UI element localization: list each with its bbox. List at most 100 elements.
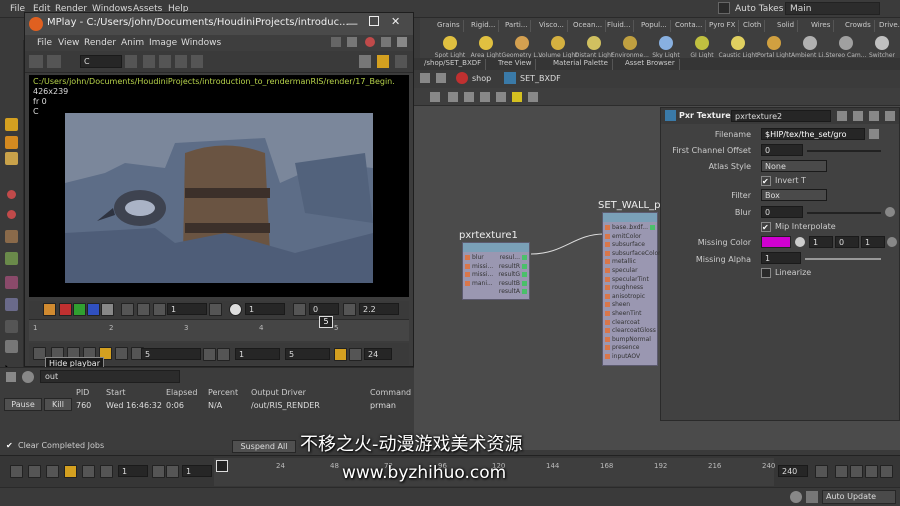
fit-icon[interactable]: [175, 55, 187, 68]
compare-icon[interactable]: [191, 55, 203, 68]
single-view-icon[interactable]: [395, 55, 407, 68]
exposure-plus-button[interactable]: [209, 303, 222, 316]
shelf-tab[interactable]: Popul...: [638, 20, 671, 32]
current-frame-marker[interactable]: 5: [319, 316, 333, 328]
linearize-checkbox[interactable]: [761, 268, 771, 278]
shelf-tab[interactable]: Grains: [434, 20, 464, 32]
input-port[interactable]: [605, 311, 610, 316]
input-port[interactable]: [605, 233, 610, 239]
blur-field[interactable]: 0: [761, 206, 803, 218]
filter-select[interactable]: Box: [761, 189, 827, 201]
mplay-menu-anim[interactable]: Anim: [121, 38, 144, 48]
settings-icon[interactable]: [347, 37, 357, 47]
alpha-channel-button[interactable]: [101, 303, 114, 316]
background-icon[interactable]: [43, 303, 56, 316]
shelf-tab[interactable]: Ocean...: [570, 20, 607, 32]
gamma-field[interactable]: 2.2: [359, 303, 399, 315]
next-key-button[interactable]: [100, 465, 113, 478]
output-port[interactable]: [650, 225, 655, 230]
offset-field[interactable]: 0: [309, 303, 339, 315]
end-frame-field[interactable]: 240: [778, 465, 808, 477]
input-port[interactable]: [605, 345, 610, 351]
help-icon[interactable]: [853, 111, 863, 121]
prev-key-button[interactable]: [28, 465, 41, 478]
node-name-field[interactable]: pxrtexture2: [731, 110, 831, 122]
shelf-tab[interactable]: Conta...: [672, 20, 707, 32]
view-tool-icon[interactable]: [5, 320, 18, 333]
pin-icon[interactable]: [381, 37, 391, 47]
auto-update-select[interactable]: Auto Update: [822, 490, 896, 504]
frame-minus-button[interactable]: [152, 465, 165, 478]
tab-shop-set-bxdf[interactable]: /shop/SET_BXDF: [420, 59, 487, 70]
out-path[interactable]: out: [40, 370, 180, 383]
capture-tool-icon[interactable]: [5, 298, 18, 311]
tile-view-icon[interactable]: [377, 55, 389, 68]
range-end-field[interactable]: 5: [285, 348, 330, 360]
missing-color-g[interactable]: 0: [835, 236, 859, 248]
output-port[interactable]: [522, 263, 527, 269]
shelf-tab[interactable]: Parti...: [502, 20, 532, 32]
update-icon[interactable]: [790, 491, 802, 503]
panel-close-icon[interactable]: [397, 37, 407, 47]
shelf-tab[interactable]: Solid: [774, 20, 799, 32]
exposure-field[interactable]: 1: [167, 303, 207, 315]
shelf-tab[interactable]: Drive...: [876, 20, 900, 32]
missing-alpha-slider[interactable]: [805, 258, 881, 260]
frame-plus-button[interactable]: [166, 465, 179, 478]
input-port[interactable]: [605, 319, 610, 325]
stop-render-icon[interactable]: [365, 37, 375, 47]
audio-icon[interactable]: [850, 465, 863, 478]
shelf-tool[interactable]: Switcher: [860, 36, 900, 59]
play-button[interactable]: [82, 465, 95, 478]
start-frame-field[interactable]: 1: [182, 465, 212, 477]
select-tool-icon[interactable]: [5, 118, 18, 131]
menu-file[interactable]: File: [10, 4, 25, 14]
input-port[interactable]: [605, 293, 610, 299]
kill-button[interactable]: Kill: [44, 398, 72, 411]
path-root[interactable]: shop: [472, 74, 491, 83]
input-port[interactable]: [605, 242, 610, 248]
fps-field[interactable]: 24: [364, 348, 392, 360]
color-picker-icon[interactable]: [795, 237, 805, 247]
pin-icon[interactable]: [885, 111, 895, 121]
red-channel-button[interactable]: [59, 303, 72, 316]
channel-dropdown-icon[interactable]: [125, 55, 137, 68]
record-icon-2[interactable]: [7, 210, 16, 219]
menu-icon[interactable]: [47, 55, 61, 68]
net-tool-icon[interactable]: [448, 92, 458, 102]
mplay-menu-render[interactable]: Render: [84, 38, 116, 48]
shelf-tab[interactable]: Crowds: [842, 20, 875, 32]
shelf-tab[interactable]: Wires: [808, 20, 835, 32]
grid-view-icon[interactable]: [359, 55, 371, 68]
go-start-button[interactable]: [10, 465, 23, 478]
range-start-field[interactable]: 1: [235, 348, 280, 360]
play-button[interactable]: [115, 347, 128, 360]
missing-alpha-field[interactable]: 1: [761, 252, 801, 264]
net-tool-icon[interactable]: [480, 92, 490, 102]
shelf-tab[interactable]: Rigid...: [468, 20, 500, 32]
current-frame-field[interactable]: 1: [118, 465, 148, 477]
missing-color-gear-icon[interactable]: [887, 237, 897, 247]
info-icon[interactable]: [869, 111, 879, 121]
record-icon[interactable]: [7, 190, 16, 199]
gamma-icon[interactable]: [343, 303, 356, 316]
input-port[interactable]: [465, 255, 470, 260]
first-channel-slider[interactable]: [807, 150, 881, 152]
shelf-tab[interactable]: Cloth: [740, 20, 766, 32]
frame-minus-button[interactable]: [203, 348, 216, 361]
transform-tool-icon[interactable]: [5, 136, 18, 149]
input-port[interactable]: [605, 250, 610, 256]
channel-icon[interactable]: [880, 465, 893, 478]
back-icon[interactable]: [6, 372, 16, 382]
net-tool-icon[interactable]: [430, 92, 440, 102]
input-port[interactable]: [605, 302, 610, 308]
mplay-timeline[interactable]: 1 2 3 4 5 5: [29, 316, 409, 341]
shelf-tab[interactable]: Fluid...: [604, 20, 635, 32]
contrast-icon[interactable]: [229, 303, 242, 316]
stop-button[interactable]: [64, 465, 77, 478]
gear-icon[interactable]: [837, 111, 847, 121]
output-port[interactable]: [522, 289, 527, 295]
mplay-menu-file[interactable]: File: [37, 38, 52, 48]
gamma-minus-button[interactable]: [153, 303, 166, 316]
tab-tree-view[interactable]: Tree View: [494, 59, 537, 70]
